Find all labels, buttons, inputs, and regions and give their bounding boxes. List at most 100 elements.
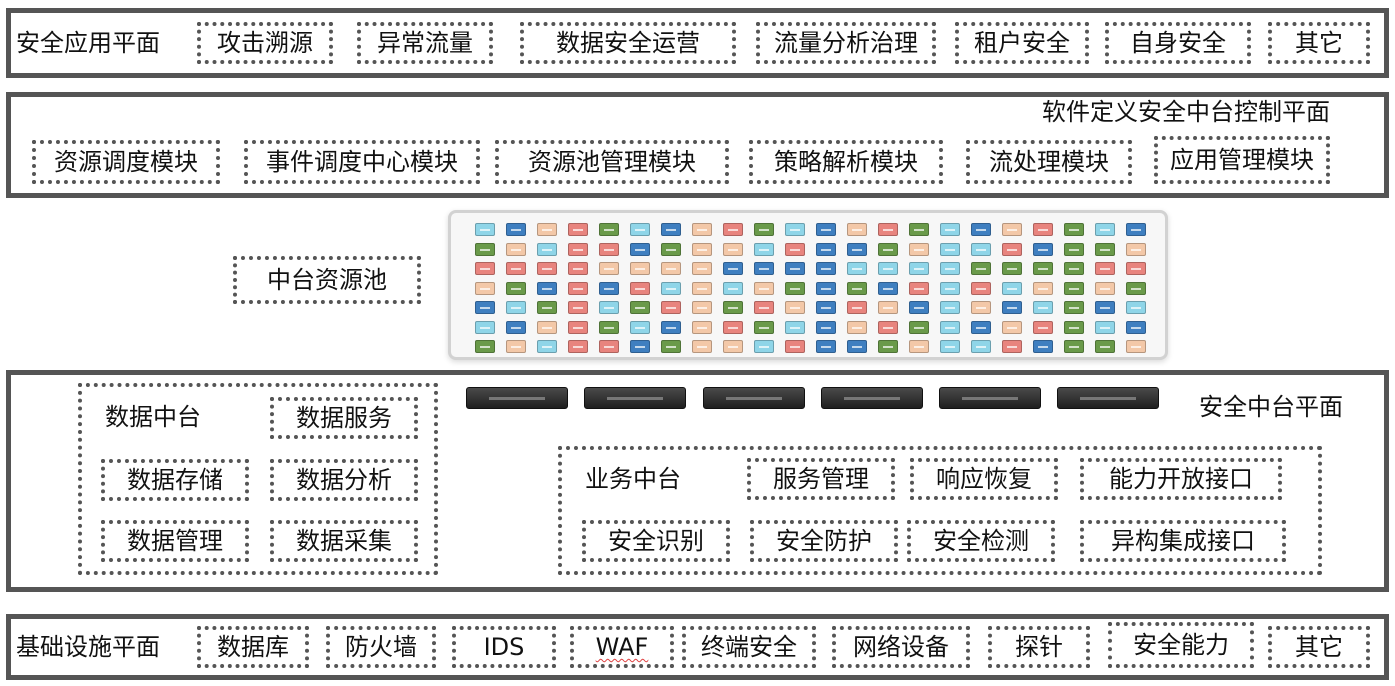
- pool-module-tile-detail: [1069, 326, 1079, 329]
- pool-module-tile: [785, 262, 805, 275]
- pool-module-tile: [878, 320, 898, 334]
- pool-module-tile-detail: [697, 268, 707, 270]
- pool-module-tile: [599, 262, 619, 275]
- pool-module-tile-detail: [1038, 248, 1048, 251]
- pool-module-tile: [661, 340, 681, 353]
- pool-module-tile-detail: [945, 229, 955, 231]
- pool-module-tile-detail: [697, 287, 707, 290]
- pool-module-tile-detail: [821, 346, 831, 348]
- pool-module-tile-detail: [790, 307, 800, 309]
- pool-module-tile: [1126, 340, 1146, 353]
- pool-module-tile-detail: [1007, 268, 1017, 270]
- pool-module-tile: [878, 262, 898, 275]
- pool-module-tile: [971, 301, 991, 314]
- pool-module-tile-detail: [728, 307, 738, 309]
- pool-module-tile-detail: [511, 248, 521, 251]
- pool-module-tile-detail: [728, 229, 738, 231]
- pool-module-tile: [475, 242, 495, 256]
- pool-module-tile: [723, 281, 743, 295]
- pool-module-tile-detail: [511, 307, 521, 309]
- pool-module-tile: [537, 262, 557, 275]
- pool-module-tile: [909, 301, 929, 314]
- pool-module-tile-detail: [1131, 326, 1141, 329]
- pool-module-tile: [568, 320, 588, 334]
- pool-module-tile: [971, 340, 991, 353]
- pool-module-tile: [878, 340, 898, 353]
- pool-module-tile-detail: [976, 346, 986, 348]
- pool-module-tile-detail: [635, 346, 645, 348]
- infra-item-network-device: 网络设备: [832, 626, 970, 668]
- pool-module-tile-detail: [976, 229, 986, 231]
- pool-module-tile-detail: [604, 248, 614, 251]
- pool-module-tile: [1002, 223, 1022, 236]
- pool-module-tile-detail: [480, 307, 490, 309]
- pool-module-tile: [878, 281, 898, 295]
- pool-module-tile-detail: [1131, 287, 1141, 290]
- infra-item-probe: 探针: [988, 626, 1090, 668]
- pool-module-tile-detail: [821, 248, 831, 251]
- pool-module-tile: [847, 242, 867, 256]
- data-center-title: 数据中台: [105, 403, 201, 431]
- pool-module-tile: [785, 320, 805, 334]
- pool-module-tile: [754, 262, 774, 275]
- pool-module-tile: [878, 242, 898, 256]
- pool-module-tile: [692, 320, 712, 334]
- pool-module-tile-detail: [914, 248, 924, 251]
- pool-module-tile: [599, 301, 619, 314]
- pool-module-tile-detail: [635, 307, 645, 309]
- pool-module-tile: [692, 281, 712, 295]
- pool-module-tile-detail: [914, 307, 924, 309]
- pool-module-tile-detail: [511, 287, 521, 290]
- pool-module-tile-detail: [852, 346, 862, 348]
- pool-module-tile-detail: [666, 248, 676, 251]
- pool-module-tile: [1064, 281, 1084, 295]
- pool-module-tile: [940, 320, 960, 334]
- business-center-title: 业务中台: [585, 465, 681, 493]
- pool-module-tile: [754, 281, 774, 295]
- pool-module-tile-detail: [790, 287, 800, 290]
- control-item-stream-processing: 流处理模块: [966, 140, 1132, 184]
- pool-module-tile: [1033, 301, 1053, 314]
- pool-module-tile: [878, 301, 898, 314]
- pool-module-tile-detail: [1100, 248, 1110, 251]
- pool-module-tile: [1064, 262, 1084, 275]
- pool-module-tile-detail: [542, 307, 552, 309]
- pool-module-tile: [630, 340, 650, 353]
- data-item-analysis: 数据分析: [270, 459, 418, 501]
- pool-module-tile-detail: [1100, 307, 1110, 309]
- pool-module-tile-detail: [945, 307, 955, 309]
- pool-module-tile-detail: [852, 287, 862, 290]
- pool-module-tile: [909, 340, 929, 353]
- pool-module-tile-detail: [976, 268, 986, 270]
- pool-module-tile-detail: [914, 326, 924, 329]
- app-item-other: 其它: [1268, 22, 1370, 64]
- pool-module-tile-detail: [542, 229, 552, 231]
- infra-item-ids: IDS: [452, 626, 556, 668]
- pool-module-tile-detail: [852, 229, 862, 231]
- pool-module-tile: [723, 320, 743, 334]
- pool-module-tile-detail: [1100, 346, 1110, 348]
- pool-module-tile: [940, 281, 960, 295]
- pool-module-tile-detail: [573, 287, 583, 290]
- pool-module-tile-detail: [666, 287, 676, 290]
- pool-module-tile-detail: [666, 346, 676, 348]
- pool-module-tile-detail: [1007, 229, 1017, 231]
- biz-item-security-protection: 安全防护: [750, 520, 898, 562]
- pool-module-tile-detail: [945, 346, 955, 348]
- pool-module-tile-detail: [759, 346, 769, 348]
- pool-module-tile-detail: [821, 326, 831, 329]
- pool-module-tile: [816, 340, 836, 353]
- pool-module-tile-detail: [697, 229, 707, 231]
- pool-module-tile: [754, 223, 774, 236]
- pool-module-tile: [1033, 340, 1053, 353]
- pool-module-tile: [506, 320, 526, 334]
- pool-module-tile: [1002, 281, 1022, 295]
- pool-module-tile-detail: [635, 326, 645, 329]
- pool-module-tile: [1064, 301, 1084, 314]
- pool-module-tile: [599, 223, 619, 236]
- control-item-app-management: 应用管理模块: [1154, 136, 1330, 184]
- pool-module-tile: [847, 281, 867, 295]
- pool-module-tile-detail: [728, 326, 738, 329]
- pool-module-tile-detail: [1100, 287, 1110, 290]
- data-item-service: 数据服务: [270, 397, 418, 439]
